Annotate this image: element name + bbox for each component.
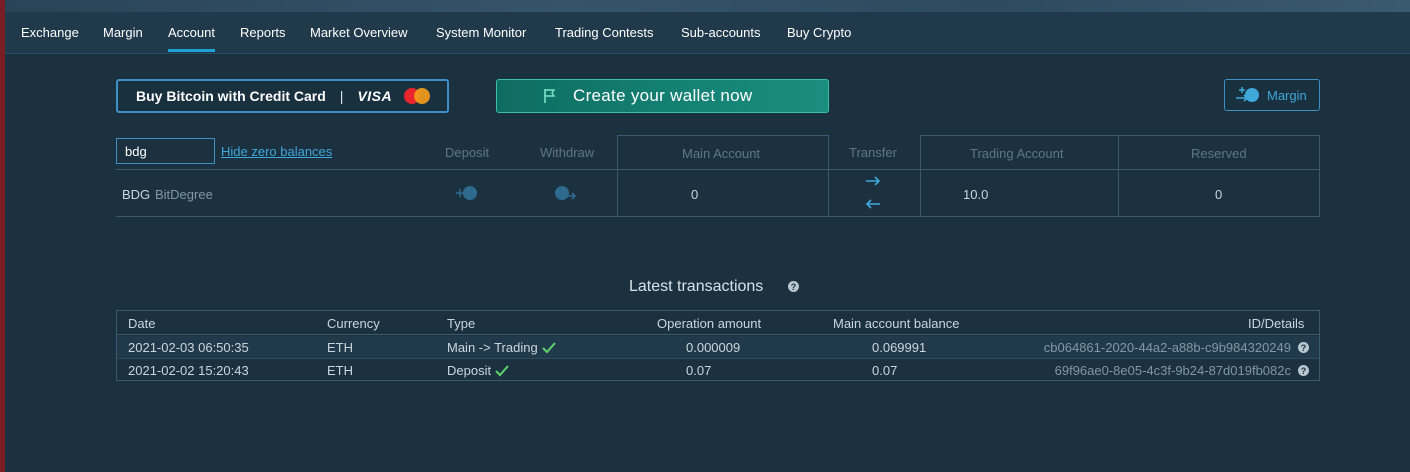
tx-balance: 0.069991: [872, 340, 927, 355]
balance-trading-value: 10.0: [963, 187, 989, 202]
balance-reserved-value: 0: [1215, 187, 1223, 202]
transactions-table: Date Currency Type Operation amount Main…: [116, 310, 1320, 381]
tx-date: 2021-02-03 06:50:35: [128, 340, 249, 355]
nav-market-overview[interactable]: Market Overview: [310, 25, 408, 40]
nav-reports[interactable]: Reports: [240, 25, 286, 40]
create-wallet-label: Create your wallet now: [573, 86, 753, 105]
check-icon: [541, 342, 556, 354]
withdraw-header: Withdraw: [540, 145, 595, 160]
balance-bottom-border: [116, 216, 1320, 217]
reserved-header: Reserved: [1191, 146, 1247, 161]
margin-transfer-icon: [1236, 87, 1259, 102]
window-left-edge: [0, 0, 5, 472]
mastercard-icon: [404, 88, 431, 104]
tx-type-label: Deposit: [447, 363, 492, 378]
tx-id[interactable]: 69f96ae0-8e05-4c3f-9b24-87d019fb082c: [1055, 363, 1291, 378]
trading-account-header: Trading Account: [970, 146, 1064, 161]
transfer-header: Transfer: [849, 145, 897, 160]
col-operation-amount: Operation amount: [657, 316, 762, 331]
nav-system-monitor[interactable]: System Monitor: [436, 25, 526, 40]
latest-transactions-title: Latest transactions: [629, 278, 764, 295]
nav-sub-accounts[interactable]: Sub-accounts: [681, 25, 761, 40]
tx-type: Deposit: [447, 363, 509, 378]
margin-button-label: Margin: [1267, 87, 1307, 103]
flag-icon: [544, 89, 556, 103]
col-main-balance: Main account balance: [833, 316, 960, 331]
hide-zero-balances-link[interactable]: Hide zero balances: [221, 144, 332, 159]
nav-margin[interactable]: Margin: [103, 25, 143, 40]
transfer-left-arrow-icon[interactable]: [864, 198, 882, 210]
tx-amount: 0.07: [686, 363, 712, 378]
visa-logo: VISA: [357, 88, 393, 104]
buy-separator: |: [339, 88, 344, 104]
col-date: Date: [128, 316, 156, 331]
buy-bitcoin-label: Buy Bitcoin with Credit Card: [136, 88, 326, 104]
withdraw-icon[interactable]: [553, 184, 579, 202]
tx-amount: 0.000009: [686, 340, 741, 355]
deposit-header: Deposit: [445, 145, 490, 160]
balance-currency-name: BitDegree: [155, 187, 213, 202]
tx-date: 2021-02-02 15:20:43: [128, 363, 249, 378]
check-icon: [495, 365, 509, 377]
help-icon[interactable]: ?: [788, 281, 799, 292]
tx-type: Main -> Trading: [447, 340, 556, 355]
col-id-details: ID/Details: [1248, 316, 1305, 331]
table-row: 2021-02-02 15:20:43 ETH Deposit 0.07 0.0…: [117, 359, 1319, 382]
tx-balance: 0.07: [872, 363, 898, 378]
currency-filter-input[interactable]: [116, 138, 215, 164]
balance-currency-code: BDG: [122, 187, 151, 202]
transfer-right-arrow-icon[interactable]: [864, 175, 882, 187]
nav-trading-contests[interactable]: Trading Contests: [555, 25, 654, 40]
balance-header-divider: [116, 169, 1320, 170]
tx-type-label: Main -> Trading: [447, 340, 538, 355]
nav-buy-crypto[interactable]: Buy Crypto: [787, 25, 851, 40]
deposit-icon[interactable]: [455, 184, 481, 202]
create-wallet-button[interactable]: Create your wallet now: [496, 79, 829, 113]
main-nav: Exchange Margin Account Reports Market O…: [5, 12, 1410, 54]
buy-bitcoin-button[interactable]: Buy Bitcoin with Credit Card | VISA: [116, 79, 449, 113]
col-currency: Currency: [327, 316, 380, 331]
tx-currency: ETH: [327, 363, 353, 378]
table-row: 2021-02-03 06:50:35 ETH Main -> Trading …: [117, 336, 1319, 359]
margin-button[interactable]: Margin: [1224, 79, 1320, 111]
main-account-header: Main Account: [682, 146, 761, 161]
balance-main-value: 0: [691, 187, 699, 202]
top-banner: [5, 0, 1410, 12]
nav-account[interactable]: Account: [168, 25, 215, 52]
transactions-header-row: Date Currency Type Operation amount Main…: [117, 311, 1319, 335]
help-icon[interactable]: ?: [1298, 342, 1309, 353]
help-icon[interactable]: ?: [1298, 365, 1309, 376]
col-type: Type: [447, 316, 476, 331]
nav-exchange[interactable]: Exchange: [21, 25, 79, 40]
tx-currency: ETH: [327, 340, 353, 355]
tx-id[interactable]: cb064861-2020-44a2-a88b-c9b984320249: [1044, 340, 1291, 355]
